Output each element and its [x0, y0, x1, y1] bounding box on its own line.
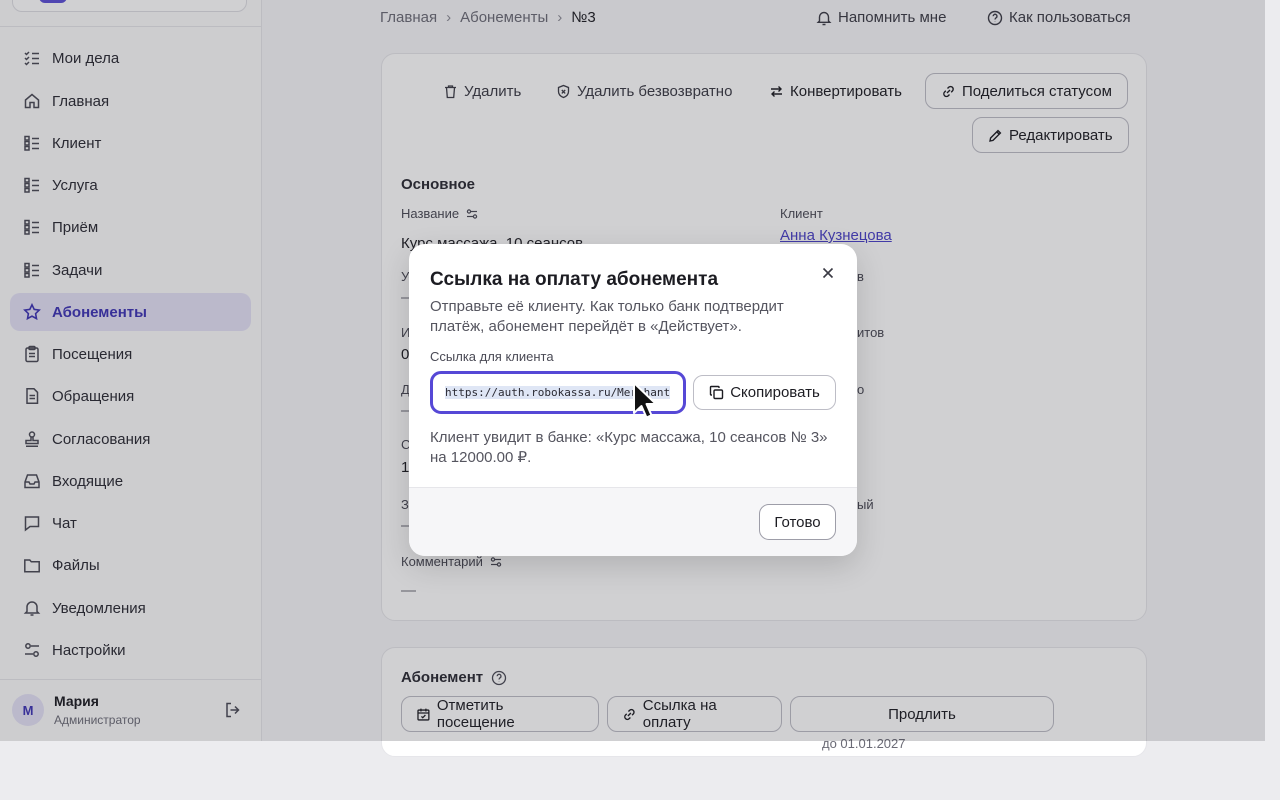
dialog-footer: Готово — [409, 487, 857, 556]
link-field-label: Ссылка для клиента — [430, 349, 554, 364]
dialog-description: Отправьте её клиенту. Как только банк по… — [430, 298, 784, 335]
dialog-title: Ссылка на оплату абонемента — [430, 269, 719, 290]
close-icon[interactable] — [820, 265, 836, 281]
copy-label: Скопировать — [730, 384, 820, 401]
mouse-cursor-icon — [633, 382, 657, 419]
bank-info-text: Клиент увидит в банке: «Курс массажа, 10… — [430, 429, 828, 466]
done-button[interactable]: Готово — [759, 504, 836, 540]
copy-button[interactable]: Скопировать — [693, 375, 836, 410]
copy-icon — [710, 385, 724, 400]
